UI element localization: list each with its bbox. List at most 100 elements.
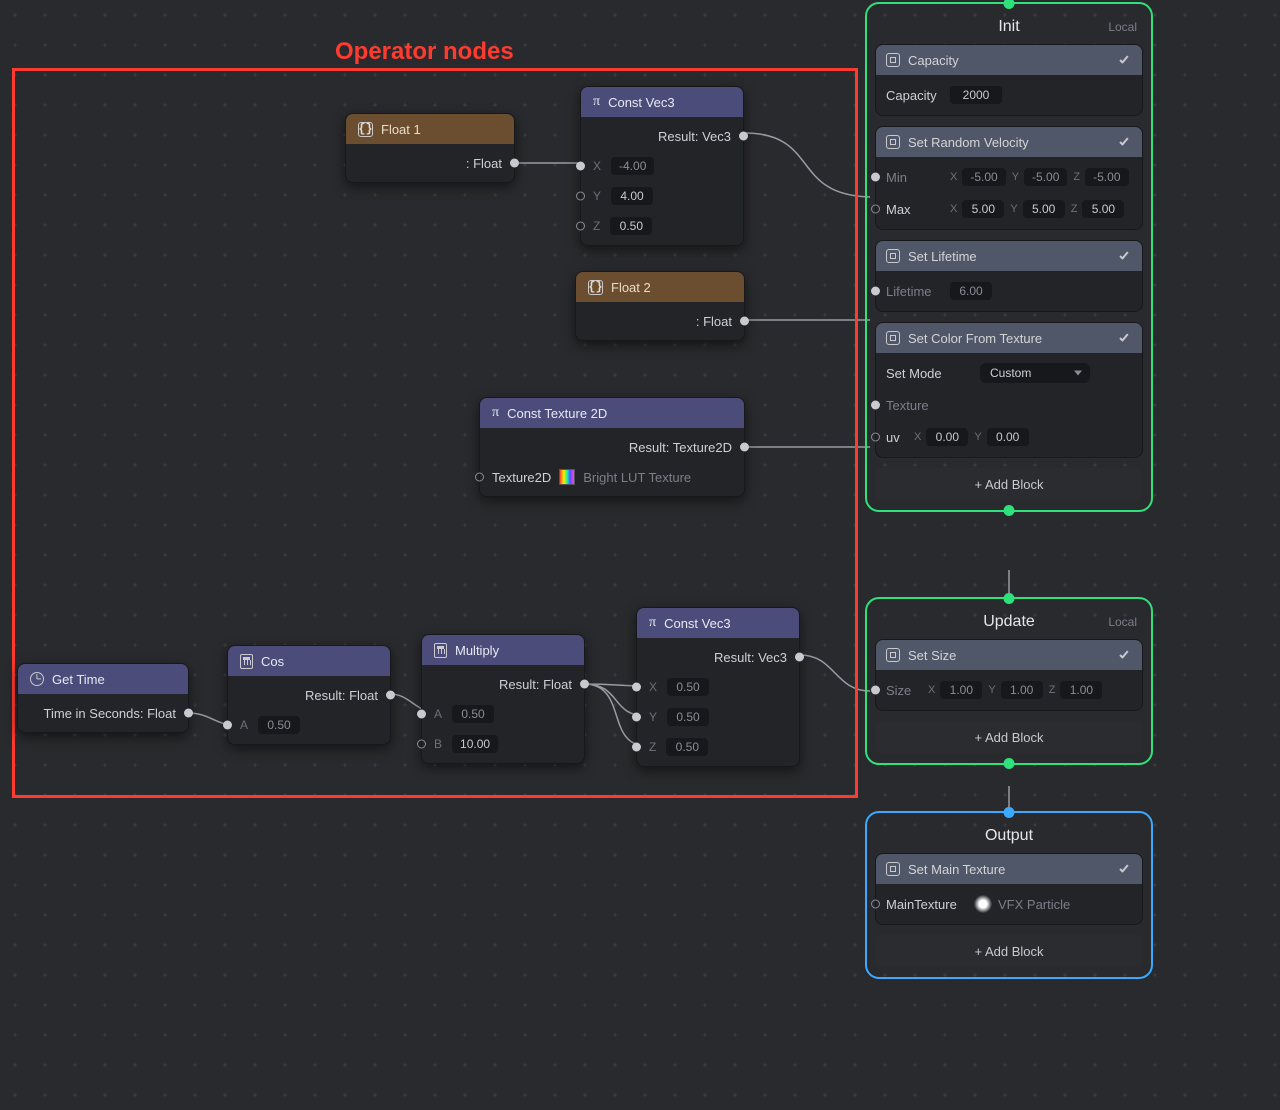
port-in-y[interactable]	[632, 713, 641, 722]
result-label: Result: Float	[305, 688, 378, 703]
block-title: Capacity	[908, 53, 959, 68]
max-y[interactable]: 5.00	[1023, 200, 1065, 218]
context-update[interactable]: Update Local Set Size Size X1.00 Y1.00 Z…	[865, 597, 1153, 765]
asset-name[interactable]: VFX Particle	[998, 897, 1070, 912]
y-value[interactable]: 4.00	[611, 187, 653, 205]
a-value[interactable]: 0.50	[452, 705, 494, 723]
block-set-color-from-texture[interactable]: Set Color From Texture Set Mode Custom T…	[875, 322, 1143, 458]
port-out[interactable]	[740, 317, 749, 326]
port-in-y[interactable]	[576, 192, 585, 201]
max-label: Max	[886, 202, 944, 217]
context-title: Update	[983, 613, 1035, 631]
port-out[interactable]	[739, 132, 748, 141]
uv-x[interactable]: 0.00	[926, 428, 968, 446]
port-in-z[interactable]	[632, 743, 641, 752]
block-set-main-texture[interactable]: Set Main Texture MainTexture VFX Particl…	[875, 853, 1143, 925]
check-icon[interactable]	[1118, 249, 1132, 263]
a-value[interactable]: 0.50	[258, 716, 300, 734]
particle-swatch-icon	[974, 895, 992, 913]
calc-icon	[434, 643, 447, 658]
y-value[interactable]: 0.50	[667, 708, 709, 726]
flow-in-port[interactable]	[1004, 593, 1015, 604]
port-in-size[interactable]	[871, 686, 880, 695]
result-label: Result: Vec3	[714, 650, 787, 665]
block-set-lifetime[interactable]: Set Lifetime Lifetime 6.00	[875, 240, 1143, 312]
size-y[interactable]: 1.00	[1001, 681, 1043, 699]
port-in-a[interactable]	[417, 710, 426, 719]
z-value[interactable]: 0.50	[666, 738, 708, 756]
max-z[interactable]: 5.00	[1082, 200, 1124, 218]
node-title: Const Vec3	[608, 95, 675, 110]
flow-out-port[interactable]	[1004, 758, 1015, 769]
pi-icon: π	[492, 405, 499, 421]
node-multiply[interactable]: Multiply Result: Float A0.50 B10.00	[421, 634, 585, 764]
add-block-button[interactable]: + Add Block	[875, 468, 1143, 500]
pi-icon: π	[593, 94, 600, 110]
z-value[interactable]: 0.50	[610, 217, 652, 235]
context-output[interactable]: Output Set Main Texture MainTexture VFX …	[865, 811, 1153, 979]
port-in-z[interactable]	[576, 222, 585, 231]
capacity-value[interactable]: 2000	[950, 86, 1002, 104]
port-in-min[interactable]	[871, 173, 880, 182]
block-title: Set Lifetime	[908, 249, 977, 264]
max-x[interactable]: 5.00	[962, 200, 1004, 218]
port-in-maintexture[interactable]	[871, 900, 880, 909]
flow-in-port[interactable]	[1004, 807, 1015, 818]
check-icon[interactable]	[1118, 648, 1132, 662]
x-value[interactable]: 0.50	[667, 678, 709, 696]
check-icon[interactable]	[1118, 862, 1132, 876]
port-out[interactable]	[740, 443, 749, 452]
size-x[interactable]: 1.00	[940, 681, 982, 699]
check-icon[interactable]	[1118, 53, 1132, 67]
node-title: Cos	[261, 654, 284, 669]
size-z[interactable]: 1.00	[1060, 681, 1102, 699]
port-in-x[interactable]	[632, 683, 641, 692]
port-in-b[interactable]	[417, 740, 426, 749]
maintexture-label: MainTexture	[886, 897, 968, 912]
min-label: Min	[886, 170, 944, 185]
add-block-button[interactable]: + Add Block	[875, 935, 1143, 967]
port-out[interactable]	[580, 680, 589, 689]
check-icon[interactable]	[1118, 331, 1132, 345]
asset-name[interactable]: Bright LUT Texture	[583, 470, 691, 485]
x-value[interactable]: -4.00	[611, 157, 654, 175]
b-value[interactable]: 10.00	[452, 735, 498, 753]
node-title: Get Time	[52, 672, 105, 687]
port-in-texture[interactable]	[871, 401, 880, 410]
node-const-vec3-bottom[interactable]: πConst Vec3 Result: Vec3 X0.50 Y0.50 Z0.…	[636, 607, 800, 767]
node-float-1[interactable]: {}Float 1 : Float	[345, 113, 515, 183]
min-x[interactable]: -5.00	[962, 168, 1005, 186]
check-icon[interactable]	[1118, 135, 1132, 149]
port-in-a[interactable]	[223, 721, 232, 730]
add-block-button[interactable]: + Add Block	[875, 721, 1143, 753]
flow-out-port[interactable]	[1004, 505, 1015, 516]
port-out[interactable]	[184, 709, 193, 718]
port-out[interactable]	[510, 159, 519, 168]
port-in-x[interactable]	[576, 162, 585, 171]
texture-label: Texture	[886, 398, 944, 413]
min-y[interactable]: -5.00	[1024, 168, 1067, 186]
port-out[interactable]	[795, 653, 804, 662]
context-init[interactable]: Init Local Capacity Capacity2000 Set Ran…	[865, 2, 1153, 512]
flow-in-port[interactable]	[1004, 0, 1015, 9]
lifetime-value[interactable]: 6.00	[950, 282, 992, 300]
node-cos[interactable]: Cos Result: Float A0.50	[227, 645, 391, 745]
port-in-texture[interactable]	[475, 473, 484, 482]
block-set-size[interactable]: Set Size Size X1.00 Y1.00 Z1.00	[875, 639, 1143, 711]
node-get-time[interactable]: Get Time Time in Seconds: Float	[17, 663, 189, 733]
port-in-max[interactable]	[871, 205, 880, 214]
mode-dropdown[interactable]: Custom	[980, 363, 1090, 383]
node-const-vec3-top[interactable]: πConst Vec3 Result: Vec3 X-4.00 Y4.00 Z0…	[580, 86, 744, 246]
port-in-lifetime[interactable]	[871, 287, 880, 296]
port-out[interactable]	[386, 691, 395, 700]
port-in-uv[interactable]	[871, 433, 880, 442]
result-label: Result: Texture2D	[629, 440, 732, 455]
node-title: Const Vec3	[664, 616, 731, 631]
min-z[interactable]: -5.00	[1085, 168, 1128, 186]
node-const-texture-2d[interactable]: πConst Texture 2D Result: Texture2D Text…	[479, 397, 745, 497]
uv-y[interactable]: 0.00	[987, 428, 1029, 446]
block-set-random-velocity[interactable]: Set Random Velocity Min X-5.00 Y-5.00 Z-…	[875, 126, 1143, 230]
node-float-2[interactable]: {}Float 2 : Float	[575, 271, 745, 341]
block-capacity[interactable]: Capacity Capacity2000	[875, 44, 1143, 116]
block-icon	[886, 135, 900, 149]
